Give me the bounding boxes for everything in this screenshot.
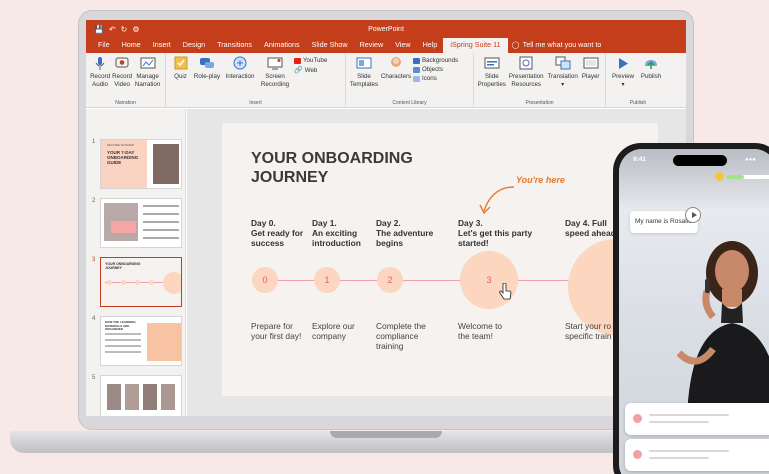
web-button[interactable]: 🔗 Web xyxy=(294,66,327,75)
lightbulb-icon: ◯ xyxy=(511,40,520,49)
tab-ispring-suite[interactable]: iSpring Suite 11 xyxy=(443,37,508,53)
day-1-desc: Explore our company xyxy=(312,321,355,341)
answer-option-2[interactable] xyxy=(625,439,769,471)
tab-home[interactable]: Home xyxy=(116,40,147,53)
youtube-button[interactable]: YouTube xyxy=(294,57,327,64)
dynamic-island xyxy=(673,155,727,166)
tab-transitions[interactable]: Transitions xyxy=(211,40,258,53)
icons-button[interactable]: Icons xyxy=(413,75,458,82)
slide-thumbnail-5[interactable] xyxy=(100,375,182,416)
emoji-face-icon xyxy=(715,172,724,181)
chevron-down-icon: ▾ xyxy=(561,81,565,88)
chat-bubble-icon xyxy=(200,58,214,68)
microphone-icon xyxy=(95,57,105,70)
day-4-title: Day 4. Full speed ahead xyxy=(565,218,616,238)
ribbon-tabs: File Home Insert Design Transitions Anim… xyxy=(86,37,686,53)
translation-icon xyxy=(555,56,571,70)
timeline-step-0: 0 xyxy=(252,267,278,293)
slide-editing-area: YOUR ONBOARDING JOURNEY You're here Day … xyxy=(187,109,686,416)
timeline-step-1: 1 xyxy=(314,267,340,293)
webcam-icon xyxy=(115,57,129,68)
content-library-group: Slide Templates Characters Backgrounds Ob… xyxy=(346,53,474,108)
slide-thumbnail-3[interactable]: YOUR ONBOARDING JOURNEY xyxy=(100,257,182,307)
backgrounds-button[interactable]: Backgrounds xyxy=(413,57,458,64)
play-icon[interactable] xyxy=(685,207,701,223)
mood-progress-bar xyxy=(726,175,744,179)
character-rosalie xyxy=(677,241,769,421)
tab-review[interactable]: Review xyxy=(354,40,390,53)
laptop-notch xyxy=(330,431,442,438)
timeline-step-2: 2 xyxy=(377,267,403,293)
day-2-title: Day 2. The adventure begins xyxy=(376,218,434,248)
narration-icon xyxy=(140,57,156,69)
phone-screen: 9:41 ●●● My name is Rosalie xyxy=(619,149,769,474)
phone-device: 9:41 ●●● My name is Rosalie xyxy=(613,143,769,474)
tab-insert[interactable]: Insert xyxy=(147,40,177,53)
tell-me-search[interactable]: ◯ Tell me what you want to xyxy=(508,40,606,53)
slide-templates-icon xyxy=(356,57,372,69)
character-icon xyxy=(391,57,401,67)
insert-group: Quiz Role-play Interaction Screen Recordi… xyxy=(166,53,346,108)
tab-design[interactable]: Design xyxy=(177,40,211,53)
slide-thumbnail-2[interactable] xyxy=(100,198,182,248)
objects-button[interactable]: Objects xyxy=(413,66,458,73)
slide-thumbnail-1[interactable]: WELCOME ON BOARD YOUR 7-DAY ONBOARDING G… xyxy=(100,139,182,189)
title-bar: 💾 ↶ ↻ ⚙ PowerPoint xyxy=(86,20,686,38)
link-icon: 🔗 xyxy=(294,67,303,74)
slide-thumbnail-4[interactable]: HOW THE LEARNING MATERIALS ARE ORGANIZED xyxy=(100,316,182,366)
icons-icon xyxy=(413,75,420,82)
objects-icon xyxy=(413,66,420,73)
person-photo xyxy=(153,144,179,184)
status-time: 9:41 xyxy=(633,156,647,163)
slide-title[interactable]: YOUR ONBOARDING JOURNEY xyxy=(251,149,451,187)
day-3-desc: Welcome to the team! xyxy=(458,321,503,341)
youre-here-annotation: You're here xyxy=(516,175,565,185)
tab-help[interactable]: Help xyxy=(417,40,444,53)
publish-icon xyxy=(645,60,657,69)
narration-group: Record Audio Record Video Manage Narration … xyxy=(86,53,166,108)
answer-marker-icon xyxy=(633,450,642,459)
presentation-group: Slide Properties Presentation Resources Tr… xyxy=(474,53,606,108)
tab-animations[interactable]: Animations xyxy=(258,40,306,53)
slide-thumbnails-pane: 1 WELCOME ON BOARD YOUR 7-DAY ONBOARDING… xyxy=(86,109,186,416)
app-title: PowerPoint xyxy=(368,25,404,33)
ribbon: Record Audio Record Video Manage Narration … xyxy=(86,53,686,108)
resources-icon xyxy=(519,56,533,70)
day-0-desc: Prepare for your first day! xyxy=(251,321,302,341)
slide-properties-icon xyxy=(484,57,500,69)
hand-cursor-icon xyxy=(499,283,512,300)
tab-slide-show[interactable]: Slide Show xyxy=(306,40,354,53)
status-icons: ●●● xyxy=(745,157,756,163)
day-0-title: Day 0. Get ready for success xyxy=(251,218,304,248)
backgrounds-icon xyxy=(413,57,420,64)
monitor-icon xyxy=(267,57,283,70)
day-1-title: Day 1. An exciting introduction xyxy=(312,218,361,248)
day-4-desc: Start your ro specific train xyxy=(565,321,612,341)
day-3-title: Day 3. Let's get this party started! xyxy=(458,218,533,248)
answer-marker-icon xyxy=(633,414,642,423)
answer-option-1[interactable] xyxy=(625,403,769,435)
powerpoint-window: 💾 ↶ ↻ ⚙ PowerPoint File Home Insert Desi… xyxy=(86,20,686,416)
quiz-icon xyxy=(174,56,187,70)
play-icon xyxy=(619,58,628,69)
tab-file[interactable]: File xyxy=(92,40,116,53)
current-slide[interactable]: YOUR ONBOARDING JOURNEY You're here Day … xyxy=(222,123,664,396)
youtube-icon xyxy=(294,57,301,64)
publish-group: Preview ▾ Publish Publish xyxy=(606,53,670,108)
player-icon xyxy=(583,57,599,69)
interaction-icon xyxy=(233,56,247,70)
tab-view[interactable]: View xyxy=(389,40,416,53)
day-2-desc: Complete the compliance training xyxy=(376,321,426,351)
chevron-down-icon: ▾ xyxy=(621,81,625,88)
